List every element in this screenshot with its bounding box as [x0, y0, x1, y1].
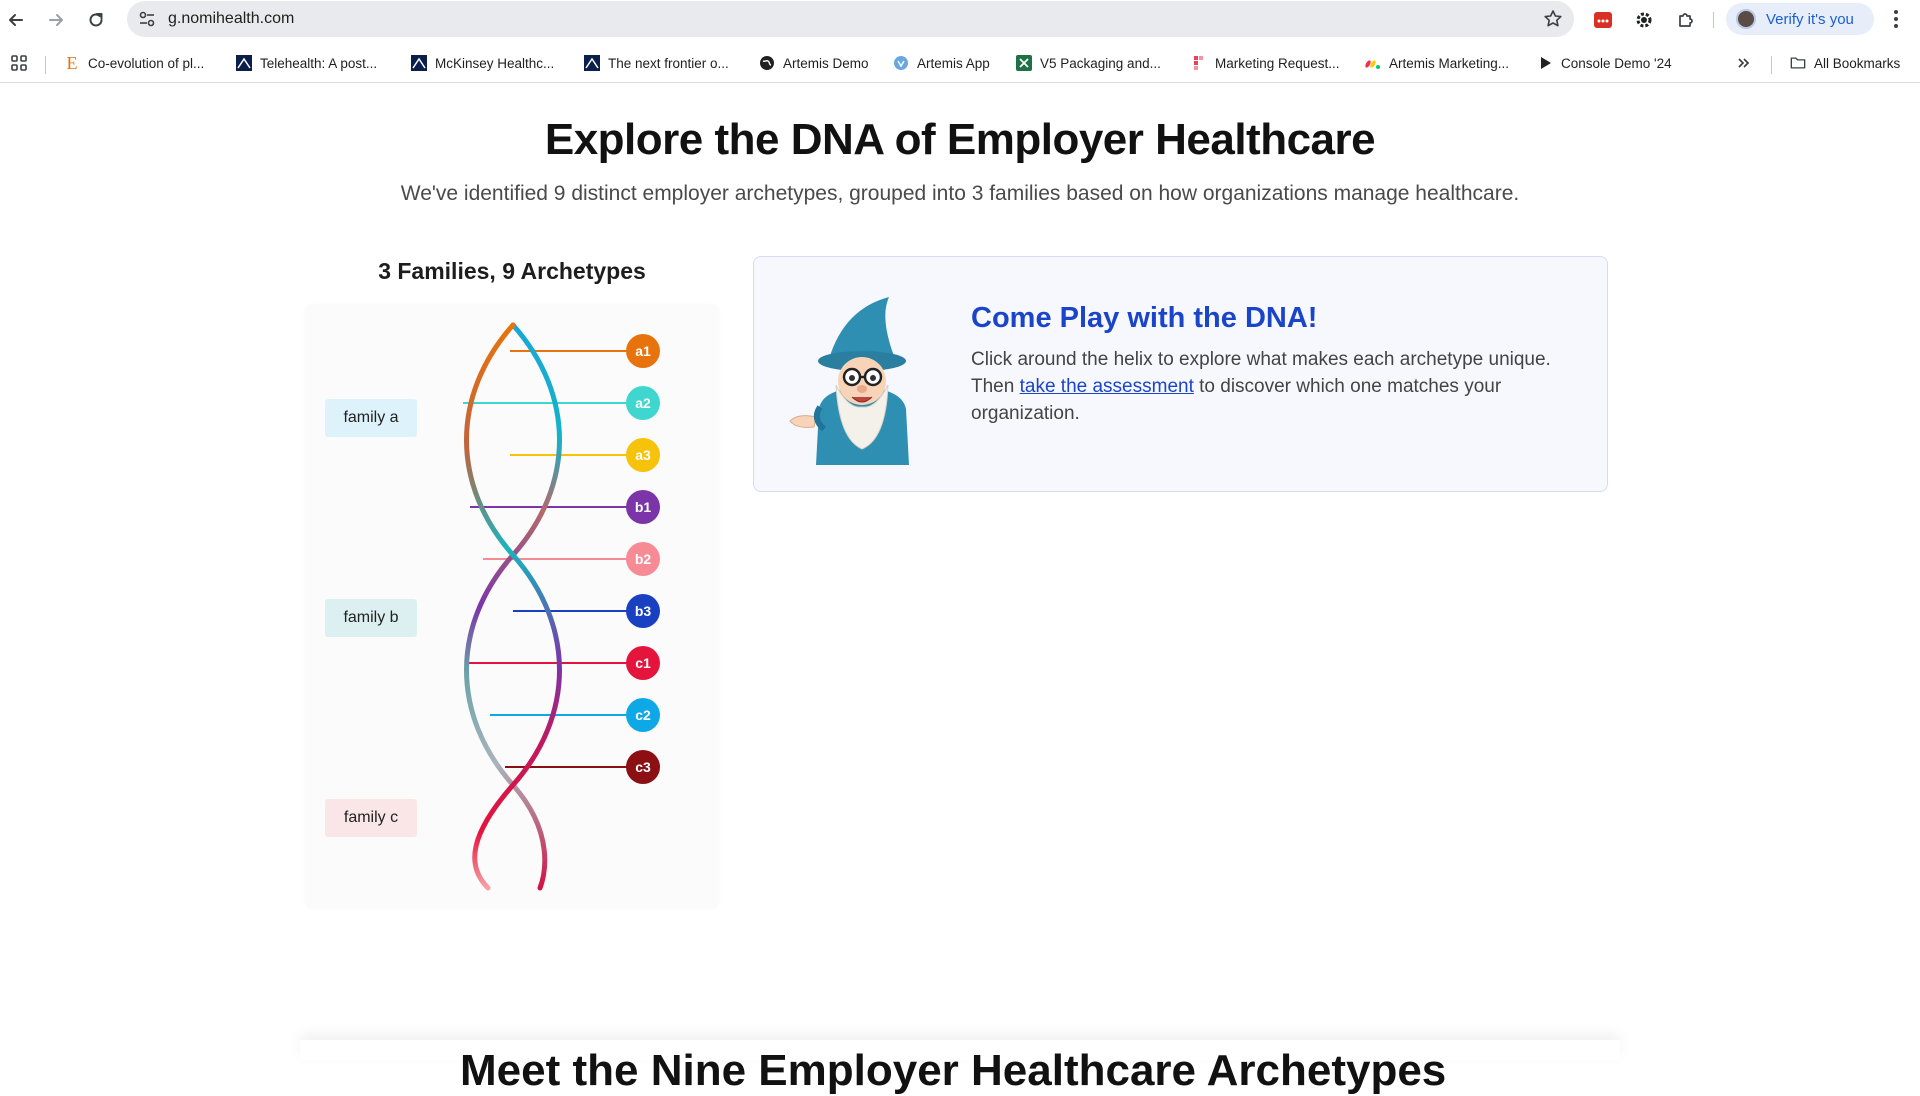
avatar	[1736, 9, 1756, 29]
archetype-node-a1[interactable]: a1	[626, 334, 660, 368]
archetype-node-label: a1	[635, 343, 651, 359]
bookmark-item[interactable]: V5 Packaging and...	[1016, 51, 1161, 75]
apps-grid-icon[interactable]	[10, 51, 28, 75]
archetype-node-label: c1	[635, 655, 651, 671]
bookmark-item[interactable]: Telehealth: A post...	[236, 51, 377, 75]
all-bookmarks-label: All Bookmarks	[1814, 55, 1901, 71]
archetype-node-label: b2	[635, 551, 652, 567]
bookmark-item[interactable]: Artemis Demo	[759, 51, 869, 75]
bookmark-item[interactable]: E Co-evolution of pl...	[64, 51, 205, 75]
play-with-dna-card: Come Play with the DNA! Click around the…	[753, 256, 1608, 492]
archetype-node-b3[interactable]: b3	[626, 594, 660, 628]
page-title: Explore the DNA of Employer Healthcare	[544, 115, 1376, 164]
bookmark-item[interactable]: Artemis App	[893, 51, 990, 75]
bookmark-label: Telehealth: A post...	[260, 55, 378, 71]
excel-icon	[1016, 55, 1032, 71]
page-subtitle: We've identified 9 distinct employer arc…	[400, 182, 1520, 205]
url-text[interactable]: g.nomihealth.com	[168, 10, 294, 28]
archetype-node-c3[interactable]: c3	[626, 750, 660, 784]
archetype-node-b1[interactable]: b1	[626, 490, 660, 524]
take-assessment-link[interactable]: take the assessment	[1020, 376, 1194, 397]
forward-arrow-icon[interactable]	[42, 6, 70, 34]
bookmark-label: Artemis App	[917, 55, 990, 71]
bookmark-label: McKinsey Healthc...	[435, 55, 555, 71]
browser-toolbar: g.nomihealth.com Verify it's you	[0, 0, 1920, 40]
bookmark-item[interactable]: McKinsey Healthc...	[411, 51, 554, 75]
bookmark-label: V5 Packaging and...	[1040, 55, 1161, 71]
bookmark-item[interactable]: Console Demo '24	[1537, 51, 1672, 75]
archetype-node-c2[interactable]: c2	[626, 698, 660, 732]
archetype-node-label: c2	[635, 707, 651, 723]
toolbar-divider	[1713, 12, 1714, 28]
archetype-node-label: b1	[635, 499, 652, 515]
archetype-node-c1[interactable]: c1	[626, 646, 660, 680]
bookmarks-divider	[45, 56, 46, 74]
card-title: Come Play with the DNA!	[971, 302, 1318, 334]
helix-heading: 3 Families, 9 Archetypes	[378, 258, 646, 284]
address-bar[interactable]: g.nomihealth.com	[127, 1, 1574, 37]
archetype-node-label: a2	[635, 395, 651, 411]
monday-icon	[1365, 55, 1381, 71]
profile-verify-button[interactable]: Verify it's you	[1726, 3, 1874, 35]
bookmarks-bar: E Co-evolution of pl... Telehealth: A po…	[0, 44, 1920, 83]
extensions-puzzle-icon[interactable]	[1673, 7, 1699, 33]
bookmark-label: Artemis Marketing...	[1389, 55, 1510, 71]
shield-icon	[893, 55, 909, 71]
globe-icon	[759, 55, 775, 71]
bookmark-label: Marketing Request...	[1215, 55, 1340, 71]
extension-red-icon[interactable]	[1590, 7, 1616, 33]
bookmark-label: The next frontier o...	[608, 55, 729, 71]
next-section-heading: Meet the Nine Employer Healthcare Archet…	[460, 1046, 1447, 1095]
back-arrow-icon[interactable]	[2, 6, 30, 34]
bookmarks-divider	[1771, 56, 1772, 74]
site-settings-icon[interactable]	[137, 9, 157, 34]
archetype-node-label: c3	[635, 759, 651, 775]
more-bookmarks-chevron-icon[interactable]	[1737, 51, 1751, 75]
bookmark-label: Artemis Demo	[783, 55, 869, 71]
more-menu-icon[interactable]	[1893, 8, 1899, 35]
bookmark-item[interactable]: Artemis Marketing...	[1365, 51, 1509, 75]
e-letter-icon: E	[66, 52, 78, 73]
extension-gear-icon[interactable]	[1631, 7, 1657, 33]
wizard-mascot-icon	[784, 289, 934, 474]
archetype-node-a3[interactable]: a3	[626, 438, 660, 472]
all-bookmarks-button[interactable]: All Bookmarks	[1790, 51, 1900, 75]
dna-helix: a1 a2 a3 b1 b2 b3 c1 c2 c3	[463, 322, 660, 891]
bookmark-star-icon[interactable]	[1542, 8, 1564, 35]
bookmark-item[interactable]: Marketing Request...	[1191, 51, 1340, 75]
card-body: Click around the helix to explore what m…	[971, 346, 1581, 427]
archetype-node-a2[interactable]: a2	[626, 386, 660, 420]
archetype-node-label: b3	[635, 603, 652, 619]
bookmark-item[interactable]: The next frontier o...	[584, 51, 729, 75]
dna-helix-panel: family a family b family c a1 a2 a3 b1 b…	[305, 305, 719, 908]
mckinsey-icon	[584, 55, 600, 71]
archetype-node-b2[interactable]: b2	[626, 542, 660, 576]
mckinsey-icon	[236, 55, 252, 71]
reload-icon[interactable]	[82, 6, 110, 34]
play-icon	[1537, 55, 1553, 71]
folder-icon	[1790, 55, 1806, 71]
bookmark-label: Console Demo '24	[1561, 55, 1672, 71]
bookmark-label: Co-evolution of pl...	[88, 55, 205, 71]
mckinsey-icon	[411, 55, 427, 71]
verify-label: Verify it's you	[1766, 11, 1854, 28]
form-icon	[1191, 55, 1207, 71]
archetype-node-label: a3	[635, 447, 651, 463]
